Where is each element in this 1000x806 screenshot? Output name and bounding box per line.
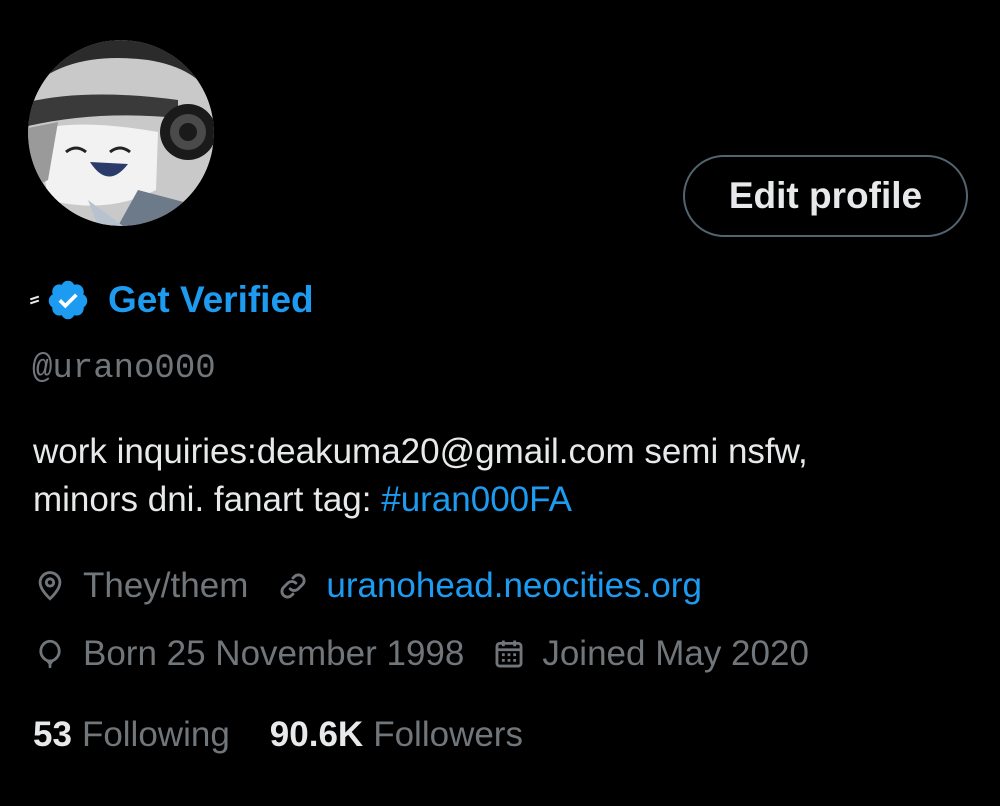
link-icon xyxy=(280,573,306,599)
avatar-illustration xyxy=(28,40,214,226)
display-name xyxy=(28,291,42,309)
bio-line-2: minors dni. fanart tag: xyxy=(33,480,382,519)
following-label: Following xyxy=(81,715,230,754)
followers-label: Followers xyxy=(373,715,523,754)
website-item[interactable]: uranohead.neocities.org xyxy=(276,566,702,606)
pronouns-item: They/them xyxy=(33,566,248,606)
edit-profile-button[interactable]: Edit profile xyxy=(683,155,968,237)
joined-text: Joined May 2020 xyxy=(542,634,809,673)
verified-badge-icon xyxy=(48,280,88,320)
bio-line-1: work inquiries:deakuma20@gmail.com semi … xyxy=(33,432,808,471)
display-name-row: Get Verified xyxy=(28,272,314,328)
balloon-icon xyxy=(39,639,61,669)
get-verified-link[interactable]: Get Verified xyxy=(108,279,314,321)
birthday-text: Born 25 November 1998 xyxy=(83,634,465,673)
joined-item: Joined May 2020 xyxy=(492,634,809,674)
followers-stat[interactable]: 90.6K Followers xyxy=(270,715,523,755)
follow-stats: 53 Following 90.6K Followers xyxy=(33,710,563,760)
username-handle: @urano000 xyxy=(32,350,216,388)
bio: work inquiries:deakuma20@gmail.com semi … xyxy=(33,428,973,524)
followers-count: 90.6K xyxy=(269,715,364,754)
birthday-item: Born 25 November 1998 xyxy=(33,634,464,674)
following-stat[interactable]: 53 Following xyxy=(33,715,230,755)
bio-hashtag-link[interactable]: #uran000FA xyxy=(381,480,572,519)
website-link[interactable]: uranohead.neocities.org xyxy=(326,566,702,606)
pronouns-text: They/them xyxy=(83,566,249,605)
calendar-icon xyxy=(495,640,523,668)
following-count: 53 xyxy=(33,715,72,754)
profile-meta-row-2: Born 25 November 1998 Joined May 2020 xyxy=(33,630,837,678)
location-pin-icon xyxy=(38,571,62,601)
profile-meta-row-1: They/them uranohead.neocities.org xyxy=(33,562,730,610)
avatar[interactable] xyxy=(28,40,214,226)
